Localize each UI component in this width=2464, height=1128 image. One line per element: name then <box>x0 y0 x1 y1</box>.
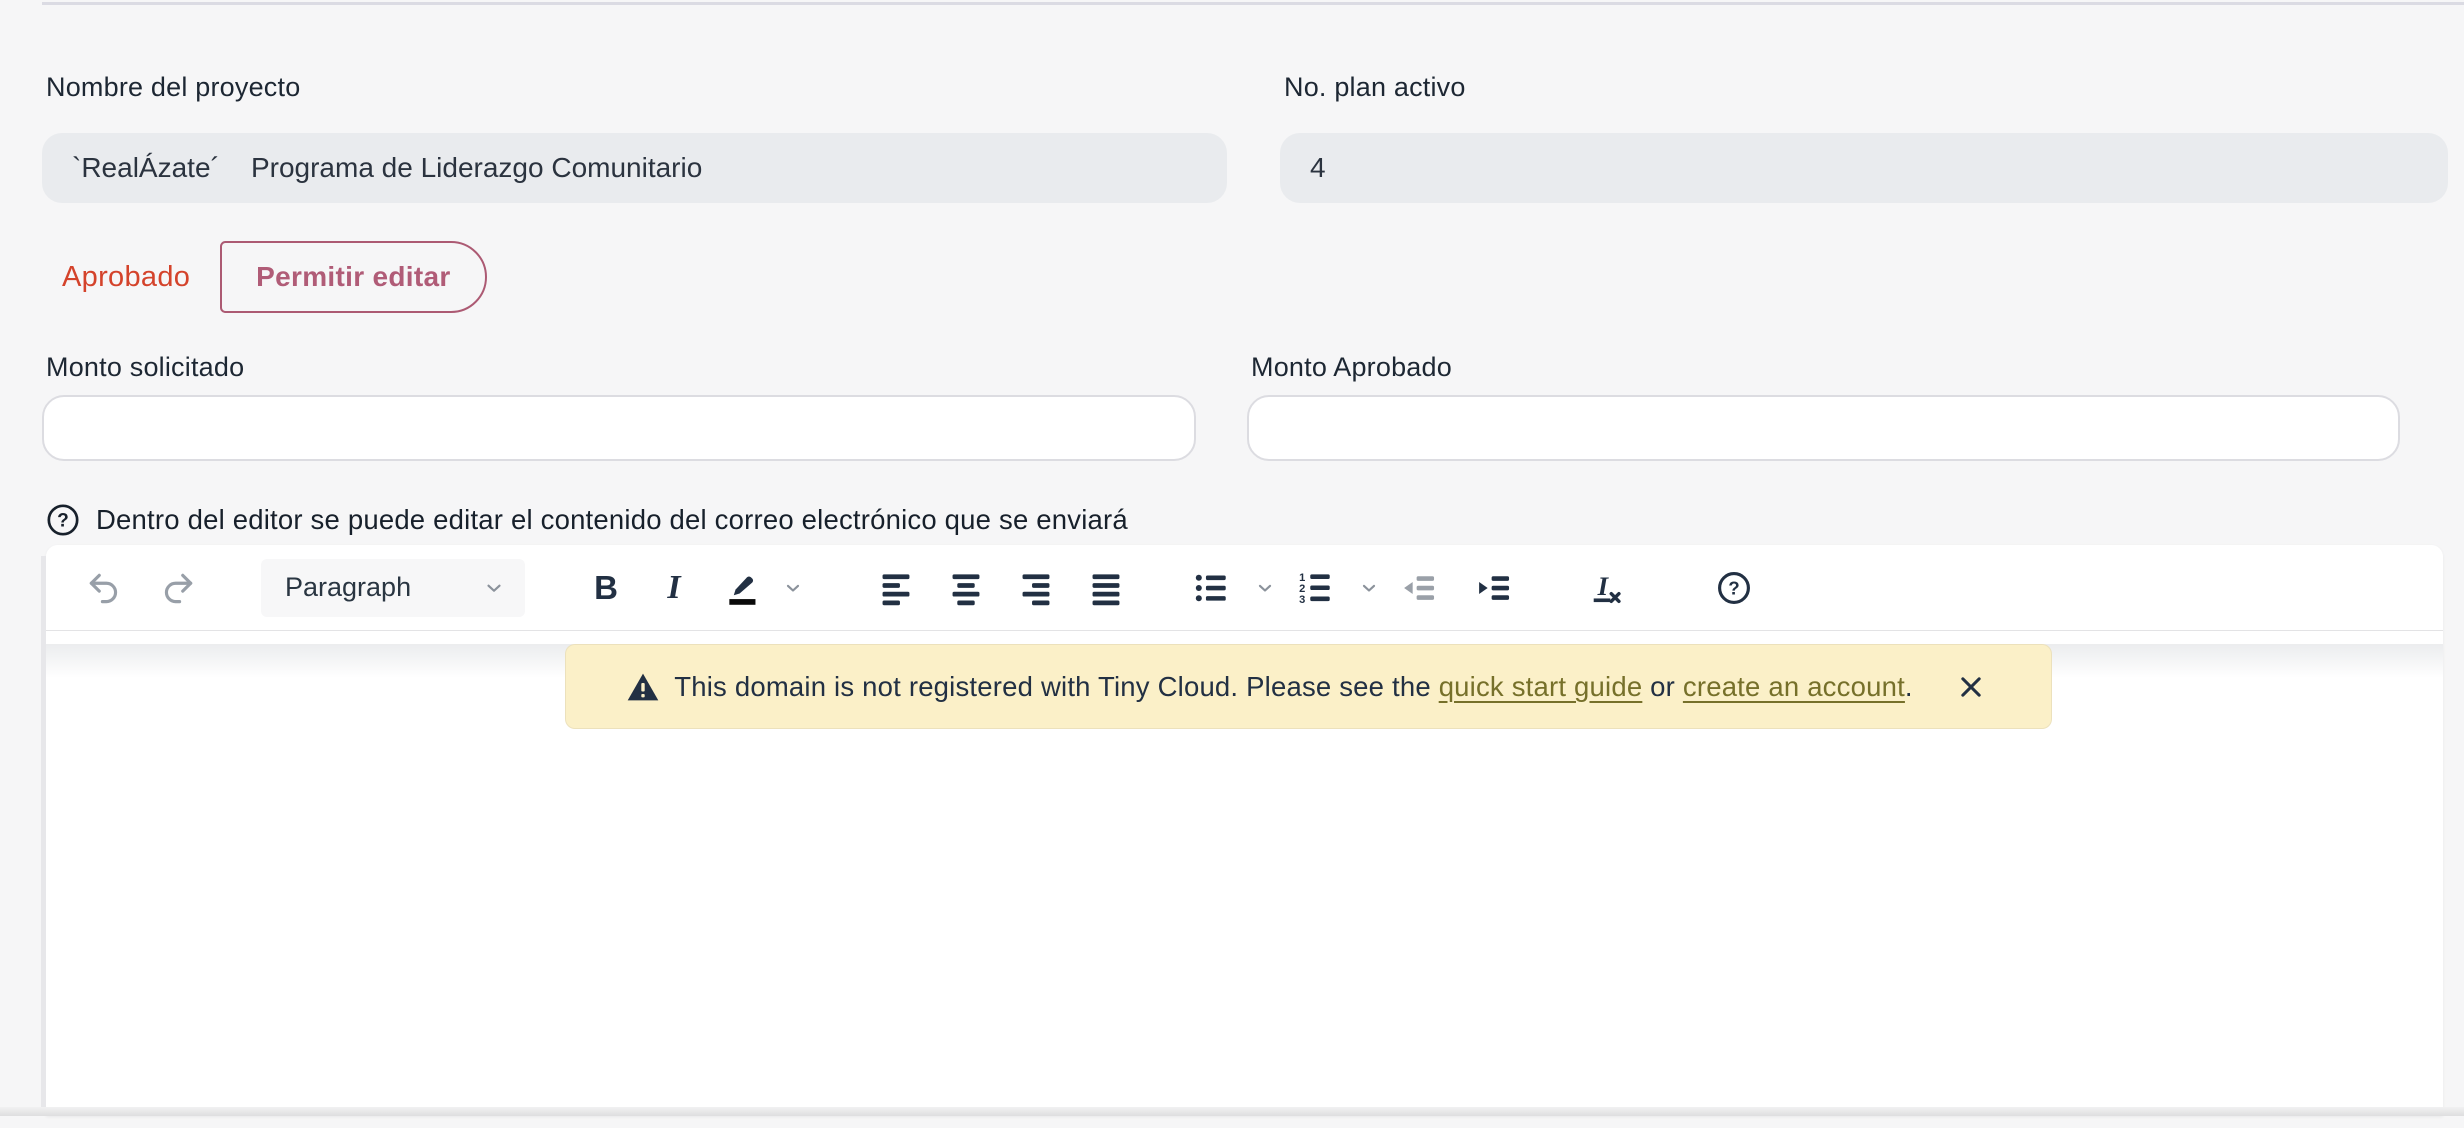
chevron-down-icon <box>783 578 803 598</box>
numbered-list-menu-button[interactable] <box>1354 558 1384 618</box>
svg-text:?: ? <box>57 511 69 532</box>
align-right-icon <box>1017 569 1055 607</box>
svg-text:?: ? <box>1728 577 1739 598</box>
align-right-button[interactable] <box>1008 558 1064 618</box>
status-badge: Aprobado <box>62 261 190 294</box>
bullet-list-icon <box>1192 569 1230 607</box>
bullet-list-menu-button[interactable] <box>1250 558 1280 618</box>
bold-button[interactable]: B <box>578 558 634 618</box>
block-format-value: Paragraph <box>285 572 411 603</box>
project-form: Nombre del proyecto `RealÁzate´ Programa… <box>42 0 2448 537</box>
monto-solicitado-field: Monto solicitado <box>42 352 1196 461</box>
create-account-link[interactable]: create an account <box>1683 671 1905 702</box>
numbered-list-icon: 1 2 3 <box>1296 569 1334 607</box>
editor-toolbar: Paragraph B I <box>46 545 2443 631</box>
notification-text-part: This domain is not registered with Tiny … <box>674 671 1438 702</box>
italic-icon: I <box>667 569 680 607</box>
notification-text: This domain is not registered with Tiny … <box>674 671 1913 703</box>
panel-scrollbar[interactable] <box>41 556 46 1116</box>
indent-icon <box>1475 569 1513 607</box>
editor-content[interactable]: This domain is not registered with Tiny … <box>46 644 2443 1128</box>
monto-aprobado-field: Monto Aprobado <box>1247 352 2400 461</box>
monto-solicitado-input[interactable] <box>42 395 1196 461</box>
align-center-icon <box>947 569 985 607</box>
block-format-select[interactable]: Paragraph <box>261 559 525 617</box>
bold-icon: B <box>594 569 618 607</box>
chevron-down-icon <box>1359 578 1379 598</box>
close-icon <box>1957 673 1985 701</box>
quick-start-guide-link[interactable]: quick start guide <box>1439 671 1643 702</box>
amounts-row: Monto solicitado Monto Aprobado <box>42 352 2448 461</box>
highlight-color-button[interactable] <box>714 558 770 618</box>
clear-formatting-icon: I <box>1585 569 1623 607</box>
align-center-button[interactable] <box>938 558 994 618</box>
status-row: Aprobado Permitir editar <box>62 241 2448 313</box>
project-header-row: Nombre del proyecto `RealÁzate´ Programa… <box>42 72 2448 203</box>
monto-solicitado-label: Monto solicitado <box>46 352 1196 383</box>
numbered-list-button[interactable]: 1 2 3 <box>1287 558 1343 618</box>
undo-icon <box>85 569 123 607</box>
align-justify-button[interactable] <box>1078 558 1134 618</box>
horizontal-scrollbar[interactable] <box>0 1107 2464 1116</box>
notification-close-button[interactable] <box>1951 667 1991 707</box>
hint-help-icon[interactable]: ? <box>46 503 80 537</box>
outdent-icon <box>1400 569 1438 607</box>
active-plan-label: No. plan activo <box>1284 72 2448 103</box>
chevron-down-icon <box>483 577 505 599</box>
indent-button[interactable] <box>1466 558 1522 618</box>
clear-formatting-button[interactable]: I <box>1576 558 1632 618</box>
notification-text-part: . <box>1905 671 1913 702</box>
align-justify-icon <box>1087 569 1125 607</box>
rich-text-editor: Paragraph B I <box>46 545 2443 1116</box>
project-name-label: Nombre del proyecto <box>46 72 1227 103</box>
tiny-cloud-notification: This domain is not registered with Tiny … <box>565 644 2052 729</box>
project-name-value: `RealÁzate´ Programa de Liderazgo Comuni… <box>72 152 702 184</box>
help-button[interactable]: ? <box>1706 558 1762 618</box>
project-name-field: Nombre del proyecto `RealÁzate´ Programa… <box>42 72 1227 203</box>
svg-text:I: I <box>1597 571 1610 601</box>
redo-button[interactable] <box>150 558 206 618</box>
help-icon: ? <box>1716 570 1752 606</box>
align-left-icon <box>877 569 915 607</box>
highlight-color-menu-button[interactable] <box>778 558 808 618</box>
redo-icon <box>159 569 197 607</box>
warning-icon <box>626 670 660 704</box>
italic-button[interactable]: I <box>646 558 702 618</box>
align-left-button[interactable] <box>868 558 924 618</box>
editor-hint-text: Dentro del editor se puede editar el con… <box>96 504 1128 536</box>
active-plan-value: 4 <box>1310 152 1326 184</box>
highlight-pen-icon <box>723 569 761 607</box>
monto-aprobado-label: Monto Aprobado <box>1251 352 2400 383</box>
undo-button[interactable] <box>76 558 132 618</box>
outdent-button[interactable] <box>1391 558 1447 618</box>
chevron-down-icon <box>1255 578 1275 598</box>
notification-text-part: or <box>1642 671 1683 702</box>
allow-edit-button[interactable]: Permitir editar <box>220 241 486 313</box>
svg-text:3: 3 <box>1299 594 1305 606</box>
bullet-list-button[interactable] <box>1183 558 1239 618</box>
active-plan-field: No. plan activo 4 <box>1280 72 2448 203</box>
active-plan-input: 4 <box>1280 133 2448 203</box>
editor-hint-row: ? Dentro del editor se puede editar el c… <box>46 503 2448 537</box>
project-name-input: `RealÁzate´ Programa de Liderazgo Comuni… <box>42 133 1227 203</box>
monto-aprobado-input[interactable] <box>1247 395 2400 461</box>
